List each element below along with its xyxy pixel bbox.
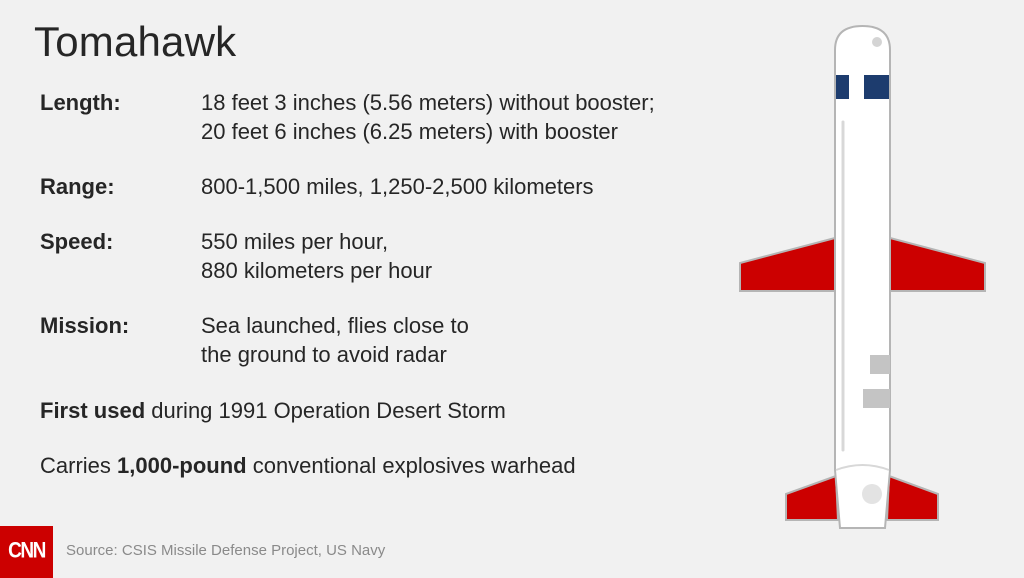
vent-upper <box>870 355 890 374</box>
blue-band-left <box>836 75 849 99</box>
left-tail-fin <box>785 474 840 521</box>
blue-band-right <box>864 75 889 99</box>
missile-illustration <box>739 24 986 529</box>
nose-dot <box>872 37 882 47</box>
vent-lower <box>863 389 890 408</box>
right-tail-fin <box>885 474 939 521</box>
left-wing <box>739 236 836 292</box>
right-wing <box>889 236 986 292</box>
booster-dot <box>862 484 882 504</box>
